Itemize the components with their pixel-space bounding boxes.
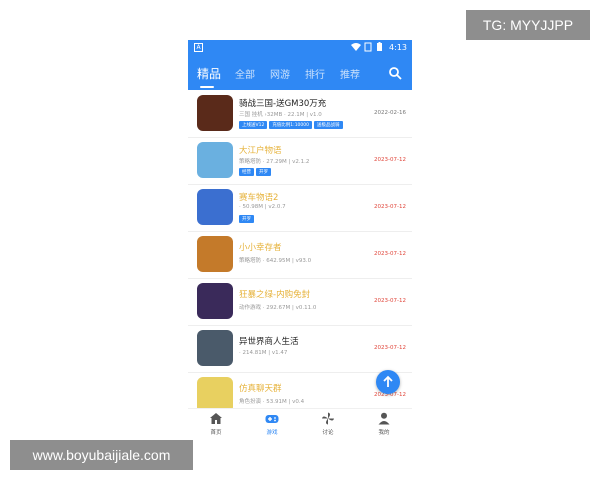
app-meta: 三国 挂机 ›32MB · 22.1M | v1.0	[239, 112, 322, 118]
app-meta: 角色扮演 · 53.91M | v0.4	[239, 399, 305, 405]
nav-home-label: 首页	[210, 430, 222, 436]
app-icon	[197, 189, 233, 225]
nav-discuss[interactable]: 讨论	[300, 412, 356, 436]
list-item[interactable]: 狂暴之绿-内购免封 动作游戏 · 292.67M | v0.11.0 2023-…	[188, 278, 412, 326]
top-tab-bar: 精品 全部 网游 排行 推荐	[188, 56, 412, 90]
list-item[interactable]: 赛车物语2 · 50.98M | v2.0.7 开罗 2023-07-12	[188, 184, 412, 232]
notification-icon: A	[194, 43, 203, 52]
app-meta: 策略塔防 · 27.29M | v2.1.2	[239, 159, 310, 165]
app-date: 2023-07-12	[374, 298, 406, 304]
arrow-up-icon	[383, 375, 393, 387]
active-tab-indicator	[200, 86, 214, 88]
search-icon[interactable]	[388, 66, 402, 80]
wifi-battery-icons	[351, 42, 382, 52]
app-title: 仿真聊天群	[239, 384, 282, 394]
app-date: 2023-07-12	[374, 157, 406, 163]
tag: 开罗	[256, 168, 271, 176]
tag: 经营	[239, 168, 254, 176]
bottom-nav: 首页 游戏 讨论 我的	[188, 408, 412, 440]
tag-list: 经营 开罗	[239, 168, 271, 176]
tag: 充值比例1:10000	[269, 121, 313, 129]
app-title: 大江户物语	[239, 146, 282, 156]
tab-all[interactable]: 全部	[235, 66, 255, 81]
nav-me[interactable]: 我的	[356, 412, 412, 436]
app-icon	[197, 236, 233, 272]
app-meta: 动作游戏 · 292.67M | v0.11.0	[239, 305, 317, 311]
app-date: 2023-07-12	[374, 204, 406, 210]
nav-home[interactable]: 首页	[188, 412, 244, 436]
phone-screen: A 4:13 精品 全部 网游 排行 推荐 骑战三国-送GM30万充 三国 挂机…	[188, 40, 412, 440]
status-bar: A 4:13	[188, 40, 412, 56]
app-meta: · 50.98M | v2.0.7	[239, 204, 286, 210]
tab-recommend[interactable]: 推荐	[340, 66, 360, 81]
tab-online[interactable]: 网游	[270, 66, 290, 81]
app-icon	[197, 377, 233, 408]
nav-games-label: 游戏	[266, 430, 278, 436]
list-item[interactable]: 大江户物语 策略塔防 · 27.29M | v2.1.2 经营 开罗 2023-…	[188, 137, 412, 185]
game-list: 骑战三国-送GM30万充 三国 挂机 ›32MB · 22.1M | v1.0 …	[188, 90, 412, 408]
list-item[interactable]: 小小幸存者 策略塔防 · 642.95M | v93.0 2023-07-12	[188, 231, 412, 279]
app-icon	[197, 283, 233, 319]
app-title: 狂暴之绿-内购免封	[239, 290, 311, 300]
status-icons	[350, 42, 384, 55]
list-item[interactable]: 异世界商人生活 · 214.81M | v1.47 2023-07-12	[188, 325, 412, 373]
app-title: 异世界商人生活	[239, 337, 299, 347]
tag: 开罗	[239, 215, 254, 223]
scroll-to-top-button[interactable]	[376, 370, 400, 394]
tag: 送极品战骑	[314, 121, 343, 129]
tag-list: 开罗	[239, 215, 254, 223]
app-date: 2023-07-12	[374, 251, 406, 257]
app-icon	[197, 95, 233, 131]
list-item[interactable]: 骑战三国-送GM30万充 三国 挂机 ›32MB · 22.1M | v1.0 …	[188, 90, 412, 138]
nav-discuss-label: 讨论	[322, 430, 334, 436]
app-date: 2023-07-12	[374, 345, 406, 351]
pinwheel-icon	[322, 412, 334, 425]
watermark-bottom: www.boyubaijiale.com	[10, 440, 193, 470]
tab-ranking[interactable]: 排行	[305, 66, 325, 81]
nav-games[interactable]: 游戏	[244, 412, 300, 436]
tag-list: 上线送V12 充值比例1:10000 送极品战骑	[239, 121, 343, 129]
app-icon	[197, 330, 233, 366]
gamepad-icon	[265, 415, 279, 423]
app-meta: · 214.81M | v1.47	[239, 350, 288, 356]
home-icon	[210, 413, 222, 424]
nav-me-label: 我的	[378, 430, 390, 436]
app-title: 赛车物语2	[239, 193, 279, 203]
tag: 上线送V12	[239, 121, 268, 129]
status-time: 4:13	[389, 43, 407, 52]
app-title: 骑战三国-送GM30万充	[239, 99, 327, 109]
app-icon	[197, 142, 233, 178]
app-date: 2022-02-16	[374, 110, 406, 116]
app-title: 小小幸存者	[239, 243, 282, 253]
watermark-top: TG: MYYJJPP	[466, 10, 590, 40]
person-icon	[378, 412, 390, 425]
app-meta: 策略塔防 · 642.95M | v93.0	[239, 258, 312, 264]
tab-featured[interactable]: 精品	[197, 65, 221, 82]
